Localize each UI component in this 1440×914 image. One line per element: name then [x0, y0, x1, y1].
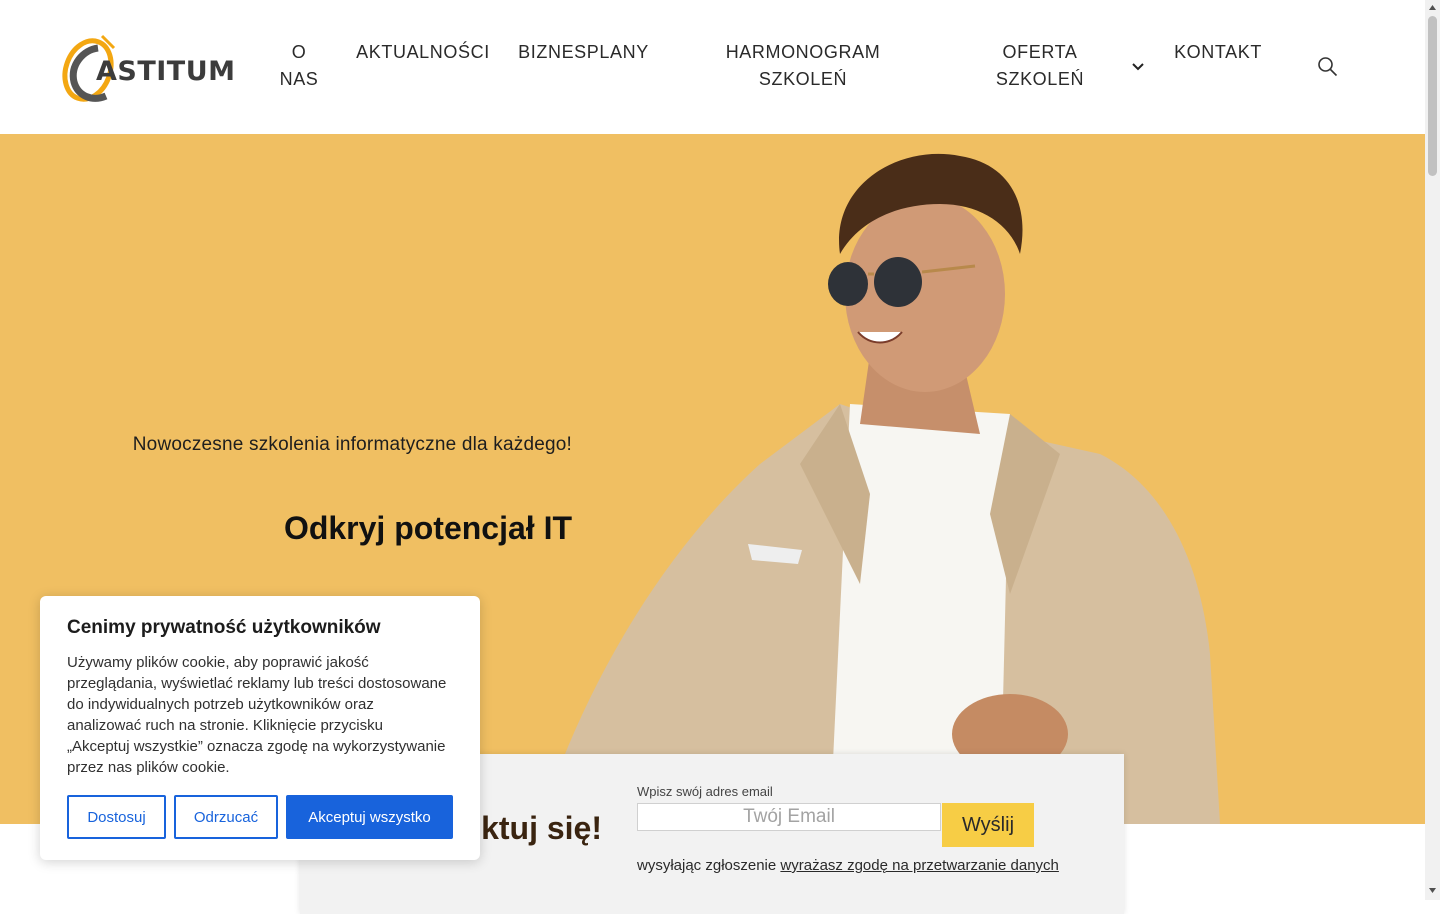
scroll-up-arrow-icon[interactable]	[1428, 3, 1437, 12]
reject-button[interactable]: Odrzucać	[174, 795, 278, 839]
accept-all-button[interactable]: Akceptuj wszystko	[286, 795, 453, 839]
email-input[interactable]	[637, 803, 941, 831]
hero-man-image	[540, 153, 1220, 824]
logo-text: ASTITUM	[96, 56, 236, 87]
send-button[interactable]: Wyślij	[942, 803, 1034, 847]
astitum-logo[interactable]: ASTITUM	[58, 30, 242, 106]
nav-o-nas[interactable]: O NAS	[270, 39, 328, 93]
consent-link[interactable]: wyrażasz zgodę na przetwarzanie danych	[780, 857, 1058, 874]
customize-button[interactable]: Dostosuj	[67, 795, 166, 839]
chevron-down-icon[interactable]	[1130, 59, 1146, 75]
cookie-consent-banner: Cenimy prywatność użytkowników Używamy p…	[40, 596, 480, 860]
consent-text: wysyłając zgłoszenie wyrażasz zgodę na p…	[637, 857, 1059, 874]
scroll-down-arrow-icon[interactable]	[1428, 886, 1437, 895]
hero-subtitle: Nowoczesne szkolenia informatyczne dla k…	[132, 434, 572, 455]
search-icon[interactable]	[1317, 56, 1338, 77]
hero-headline: Odkryj potencjał IT	[283, 510, 572, 546]
nav-aktualnosci[interactable]: AKTUALNOŚCI	[352, 39, 494, 66]
email-label: Wpisz swój adres email	[637, 784, 773, 799]
nav-harmonogram-szkolen[interactable]: HARMONOGRAM SZKOLEŃ	[718, 39, 888, 93]
scrollbar-thumb[interactable]	[1428, 16, 1437, 176]
consent-prefix: wysyłając zgłoszenie	[637, 857, 777, 874]
cookie-title: Cenimy prywatność użytkowników	[67, 617, 381, 638]
page-scrollbar[interactable]	[1425, 0, 1440, 900]
site-header: ASTITUM O NAS AKTUALNOŚCI BIZNESPLANY HA…	[0, 0, 1425, 134]
nav-biznesplany[interactable]: BIZNESPLANY	[512, 39, 655, 66]
nav-kontakt[interactable]: KONTAKT	[1170, 39, 1266, 66]
cookie-text: Używamy plików cookie, aby poprawić jako…	[67, 654, 447, 776]
nav-oferta-szkolen[interactable]: OFERTA SZKOLEŃ	[990, 39, 1090, 93]
